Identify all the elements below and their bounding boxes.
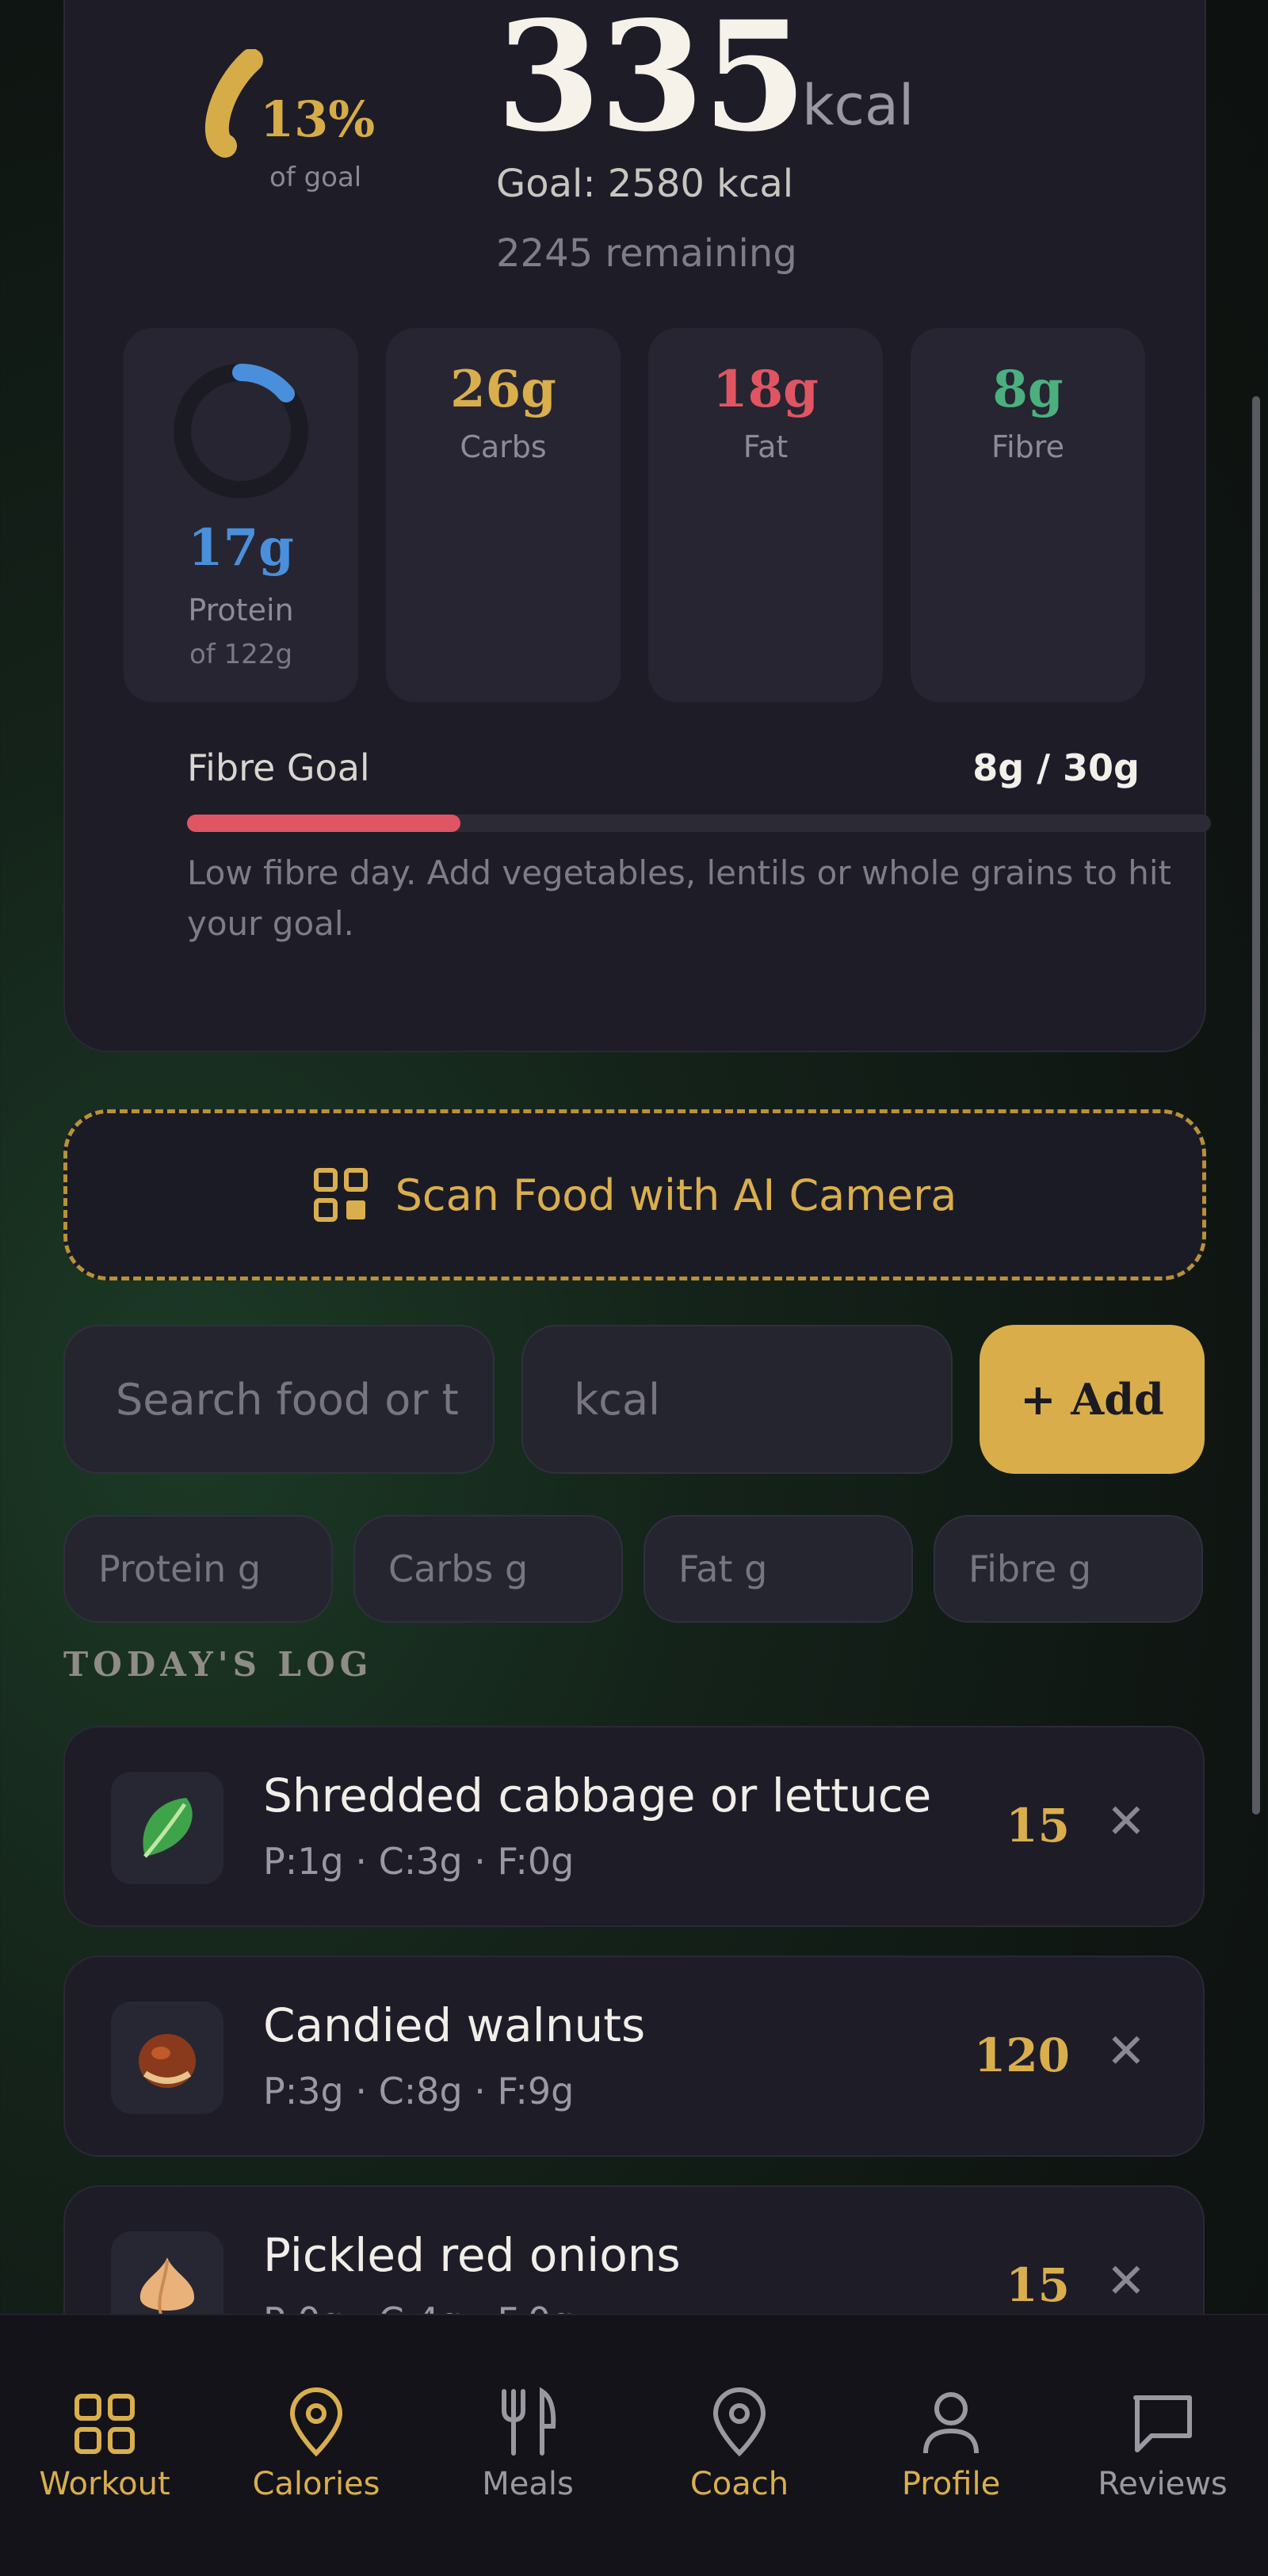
fibre-value: 8g <box>992 360 1064 419</box>
nav-label-coach: Coach <box>689 2466 789 2502</box>
protein-value: 17g <box>188 518 294 578</box>
nav-label-reviews: Reviews <box>1098 2466 1228 2502</box>
fibre-progress-fill <box>187 815 460 832</box>
log-item: Candied walnuts P:3g · C:8g · F:9g 120 ✕ <box>63 1956 1205 2157</box>
fork-knife-icon <box>502 2387 556 2456</box>
bottom-navigation: Workout Calories Meals Coach Profile Rev… <box>0 2314 1268 2576</box>
fat-input[interactable] <box>644 1515 913 1623</box>
carbs-input[interactable] <box>353 1515 623 1623</box>
log-item-kcal: 15 <box>1006 1799 1070 1853</box>
protein-label: Protein <box>188 593 294 628</box>
log-item-kcal: 15 <box>1006 2258 1070 2312</box>
search-food-input[interactable] <box>63 1325 495 1474</box>
nav-label-profile: Profile <box>901 2466 1001 2502</box>
fibre-label: Fibre <box>991 429 1064 464</box>
scan-food-button[interactable]: Scan Food with AI Camera <box>63 1109 1206 1280</box>
fibre-goal-label: Fibre Goal <box>187 746 370 789</box>
protein-ring-icon <box>174 364 308 498</box>
nav-label-workout: Workout <box>39 2466 170 2502</box>
protein-goal: of 122g <box>189 639 293 670</box>
calories-remaining: 2245 remaining <box>496 231 797 276</box>
log-item-name: Candied walnuts <box>263 1998 646 2052</box>
macro-card-protein: 17g Protein of 122g <box>124 328 358 702</box>
log-item: Shredded cabbage or lettuce P:1g · C:3g … <box>63 1726 1205 1927</box>
fat-label: Fat <box>743 429 789 464</box>
calorie-summary-card: 13% of goal 335 kcal Goal: 2580 kcal 224… <box>63 0 1211 1052</box>
location-pin-icon <box>289 2387 343 2457</box>
chestnut-icon <box>111 2002 223 2114</box>
nav-item-reviews[interactable]: Reviews <box>1067 2371 1258 2502</box>
qr-scan-icon <box>313 1168 368 1222</box>
protein-input[interactable] <box>63 1515 333 1623</box>
remove-item-close-icon[interactable]: ✕ <box>1106 1794 1146 1849</box>
log-item-name: Pickled red onions <box>263 2228 681 2282</box>
nav-item-coach[interactable]: Coach <box>644 2371 835 2502</box>
fibre-goal-value: 8g / 30g <box>972 746 1140 789</box>
macro-card-fat: 18g Fat <box>648 328 883 702</box>
leafy-greens-icon <box>111 1772 223 1884</box>
macro-card-fibre: 8g Fibre <box>911 328 1145 702</box>
goal-percent: 13% <box>260 90 376 148</box>
nav-item-profile[interactable]: Profile <box>856 2371 1046 2502</box>
nav-label-meals: Meals <box>482 2466 574 2502</box>
nav-item-meals[interactable]: Meals <box>433 2371 623 2502</box>
log-item-macros: P:3g · C:8g · F:9g <box>263 2070 575 2112</box>
log-item-kcal: 120 <box>973 2028 1070 2082</box>
todays-log-heading: TODAY'S LOG <box>63 1645 373 1684</box>
nav-item-workout[interactable]: Workout <box>10 2371 200 2502</box>
kcal-unit: kcal <box>802 73 915 138</box>
carbs-value: 26g <box>450 360 556 419</box>
chat-bubble-icon <box>1133 2395 1192 2452</box>
person-icon <box>923 2392 979 2454</box>
fibre-input[interactable] <box>934 1515 1203 1623</box>
log-item-name: Shredded cabbage or lettuce <box>263 1769 932 1822</box>
nav-label-calories: Calories <box>252 2466 380 2502</box>
of-goal-label: of goal <box>269 162 362 193</box>
scrollbar[interactable] <box>1252 396 1260 1815</box>
fibre-note: Low fibre day. Add vegetables, lentils o… <box>187 853 1171 943</box>
nav-item-calories[interactable]: Calories <box>221 2371 411 2502</box>
fat-value: 18g <box>712 360 819 419</box>
add-food-button[interactable]: + Add <box>980 1325 1205 1474</box>
remove-item-close-icon[interactable]: ✕ <box>1106 2024 1146 2079</box>
calories-consumed: 335 <box>496 0 808 165</box>
carbs-label: Carbs <box>460 429 547 464</box>
log-item-macros: P:1g · C:3g · F:0g <box>263 1840 575 1883</box>
calorie-goal: Goal: 2580 kcal <box>496 162 794 206</box>
location-pin-icon <box>712 2387 766 2457</box>
kcal-input[interactable] <box>521 1325 953 1474</box>
fibre-progress-bar <box>187 815 1211 832</box>
grid-icon <box>74 2394 135 2454</box>
macro-card-carbs: 26g Carbs <box>386 328 621 702</box>
scan-food-label: Scan Food with AI Camera <box>395 1170 957 1220</box>
remove-item-close-icon[interactable]: ✕ <box>1106 2254 1146 2309</box>
